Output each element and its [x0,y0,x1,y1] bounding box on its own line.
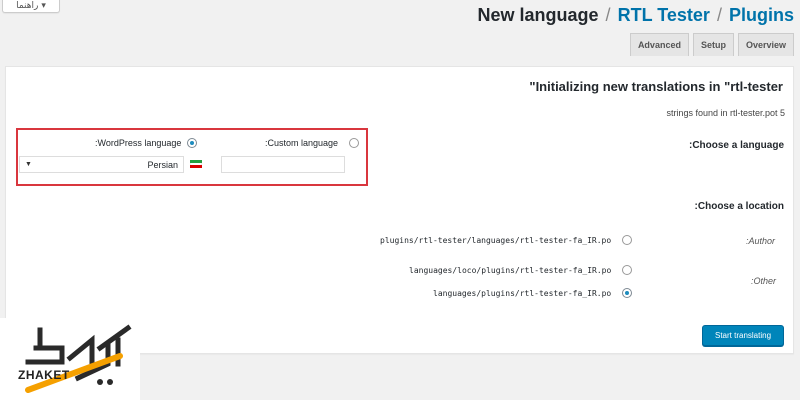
wordpress-language-label: :WordPress language [95,138,182,148]
tab-advanced[interactable]: Advanced [629,33,689,56]
zhaket-logo [0,318,140,400]
title-separator: / [716,5,722,25]
help-tab-label: راهنما [16,0,39,10]
plugin-link[interactable]: RTL Tester [618,5,710,25]
tab-overview[interactable]: Overview [737,33,794,56]
page-title-text: New language [477,5,599,25]
start-translating-button[interactable]: Start translating [702,325,784,346]
main-panel: "Initializing new translations in "rtl-t… [5,66,794,354]
location-radio-system[interactable] [622,288,632,298]
location-radio-author[interactable] [622,235,632,245]
location-path: plugins/rtl-tester/languages/rtl-tester-… [380,236,612,245]
language-select-value: Persian [147,159,178,170]
custom-language-input[interactable] [221,156,345,173]
zhaket-logo-text: ZHAKET [18,368,70,382]
chevron-down-icon: ▾ [41,0,46,10]
page-title: New language / RTL Tester / Plugins [478,5,795,26]
title-separator: / [605,5,611,25]
zhaket-logo-mark [25,324,132,393]
author-label: :Author [746,236,776,246]
choose-language-heading: :Choose a language [688,140,784,151]
choose-location-heading: :Choose a location [694,201,784,212]
custom-language-label: :Custom language [265,138,339,148]
language-select[interactable]: ▼ Persian [19,156,184,173]
tab-bar: Advanced Setup Overview [629,33,794,56]
other-label: :Other [751,276,777,286]
location-path: languages/loco/plugins/rtl-tester-fa_IR.… [409,266,612,275]
location-radio-loco[interactable] [622,265,632,275]
panel-title: "Initializing new translations in "rtl-t… [529,79,783,94]
plugins-link[interactable]: Plugins [729,5,794,25]
wordpress-language-radio[interactable] [187,138,197,148]
strings-found-text: strings found in rtl-tester.pot 5 [666,108,785,118]
chevron-down-icon: ▼ [25,161,32,168]
tab-setup[interactable]: Setup [692,33,734,56]
iran-flag-icon [190,160,202,169]
help-tab-button[interactable]: راهنما ▾ [2,0,60,13]
location-path: languages/plugins/rtl-tester-fa_IR.po [433,289,612,298]
custom-language-radio[interactable] [349,138,359,148]
